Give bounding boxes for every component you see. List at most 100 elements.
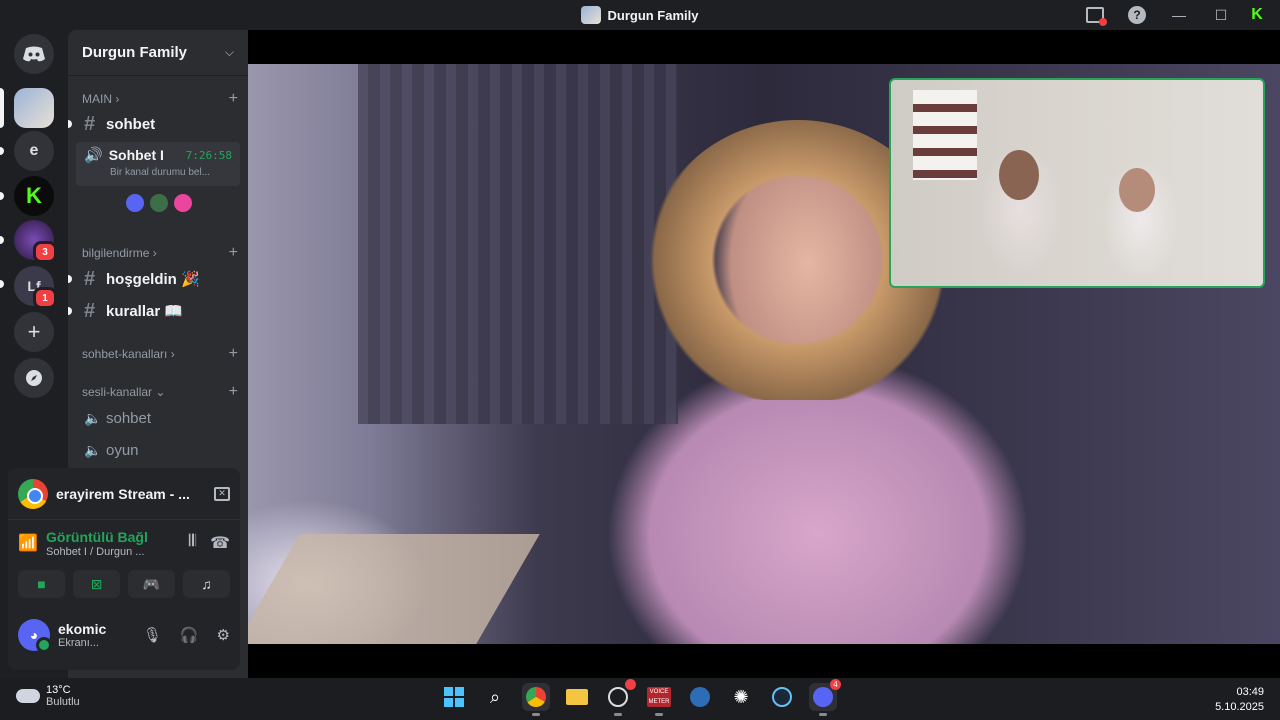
pip-subject (999, 150, 1039, 200)
voice-channel-status[interactable]: Bir kanal durumu bel... (110, 167, 232, 178)
voice-channel-sohbet-i[interactable]: 🔊 Sohbet I 7:26:58 Bir kanal durumu bel.… (76, 142, 240, 186)
soundboard-button[interactable]: ♫ (183, 570, 230, 598)
add-server-button[interactable]: + (14, 312, 54, 352)
pip-video[interactable] (889, 78, 1265, 288)
system-clock[interactable]: 03:49 5.10.2025 (1215, 685, 1264, 715)
minimize-button[interactable]: — (1158, 0, 1200, 30)
maximize-button[interactable]: ☐ (1200, 0, 1242, 30)
steam-button[interactable] (768, 683, 796, 711)
file-explorer-button[interactable] (563, 683, 591, 711)
unread-indicator (0, 236, 4, 244)
voice-timer: 7:26:58 (185, 148, 232, 162)
window-title: Durgun Family (581, 6, 699, 24)
avatar[interactable]: ◕ (18, 619, 52, 653)
weather-widget[interactable]: 13°C Bulutlu (16, 684, 80, 708)
running-indicator (614, 713, 622, 716)
search-button[interactable]: ⌕ (481, 683, 509, 711)
unread-indicator (0, 280, 4, 288)
inbox-button[interactable] (1074, 0, 1116, 30)
voice-channel-oyun[interactable]: 🔈 oyun (76, 436, 240, 464)
avatar[interactable] (124, 192, 146, 214)
headphones-icon[interactable]: 🎧 (180, 626, 199, 644)
add-channel-icon[interactable]: + (229, 90, 238, 108)
help-icon: ? (1128, 6, 1146, 24)
pip-subject (1119, 168, 1155, 212)
app-button[interactable] (686, 683, 714, 711)
speaker-icon: 🔈 (84, 441, 102, 458)
add-channel-icon[interactable]: + (229, 345, 238, 363)
add-channel-icon[interactable]: + (229, 383, 238, 401)
voice-connection: 📶 Görüntülü Bağl Sohbet I / Durgun ... 𝄃… (8, 520, 240, 566)
channel-label: sohbet (106, 115, 156, 133)
activity-button[interactable]: 🎮 (128, 570, 175, 598)
pip-background (913, 90, 977, 180)
stop-stream-icon[interactable]: ✕ (214, 486, 230, 501)
recording-dot (625, 679, 636, 690)
server-wizard[interactable]: 3 (14, 220, 57, 263)
discord-taskbar-button[interactable]: 4 (809, 679, 841, 716)
discover-button[interactable] (14, 358, 54, 398)
connection-channel[interactable]: Sohbet I / Durgun ... (46, 546, 148, 558)
voice-channel-label: Sohbet I (108, 147, 164, 163)
category-bilgilendirme[interactable]: bilgilendirme › + (68, 244, 248, 262)
channel-sohbet[interactable]: # sohbet (68, 110, 240, 138)
avatar[interactable] (148, 192, 170, 214)
stream-row[interactable]: erayirem Stream - ... ✕ (8, 468, 240, 520)
voicemeeter-button[interactable]: VOICE METER (645, 683, 673, 716)
home-button[interactable] (14, 34, 54, 74)
clock-date: 5.10.2025 (1215, 701, 1264, 713)
category-label: bilgilendirme (82, 246, 150, 260)
guild-header[interactable]: Durgun Family ⌵ (68, 30, 248, 76)
category-main[interactable]: MAIN › + (68, 90, 248, 108)
avatar[interactable] (172, 192, 194, 214)
clock-time: 03:49 (1236, 686, 1264, 698)
unread-indicator (68, 120, 72, 128)
gear-icon[interactable]: ⚙ (217, 626, 230, 644)
server-e[interactable]: e (14, 131, 54, 171)
category-sesli-kanallar[interactable]: sesli-kanallar ⌄ + (68, 383, 248, 401)
microphone-icon[interactable]: 🎙 (143, 626, 162, 644)
chrome-icon (526, 687, 546, 707)
chrome-taskbar-button[interactable] (522, 683, 550, 716)
signal-icon[interactable]: 📶 (18, 533, 38, 553)
discord-window: Durgun Family ? — ☐ K e K 3 Lf 1 + Durgu… (0, 0, 1280, 720)
help-button[interactable]: ? (1116, 0, 1158, 30)
noise-suppression-icon[interactable]: 𝄃𝄃 (189, 533, 196, 553)
video-stage[interactable] (248, 30, 1280, 678)
category-sohbet-kanallari[interactable]: sohbet-kanalları › + (68, 345, 248, 363)
app-icon (690, 687, 710, 707)
cloud-icon (16, 689, 40, 703)
notification-badge: 4 (830, 679, 841, 690)
server-kick[interactable]: K (14, 176, 54, 216)
search-icon: ⌕ (489, 686, 501, 707)
add-channel-icon[interactable]: + (229, 244, 238, 262)
channel-hosgeldin[interactable]: # hoşgeldin 🎉 (68, 265, 240, 293)
start-button[interactable] (440, 683, 468, 711)
channel-label: oyun (106, 441, 139, 459)
camera-button[interactable]: ■ (18, 570, 65, 598)
disconnect-icon[interactable]: ☎ (210, 533, 230, 553)
share-screen-button[interactable]: ⊠ (73, 570, 120, 598)
unread-indicator (0, 192, 4, 200)
discord-icon (813, 687, 833, 707)
selected-server-indicator (0, 88, 4, 128)
channel-kurallar[interactable]: # kurallar 📖 (68, 297, 240, 325)
folder-icon (566, 689, 588, 705)
connection-status: Görüntülü Bağl (46, 528, 148, 545)
category-label: sohbet-kanalları (82, 347, 168, 361)
voice-channel-sohbet[interactable]: 🔈 sohbet (76, 404, 240, 432)
video-background (248, 534, 540, 644)
chevron-down-icon: ⌵ (224, 45, 234, 59)
voice-participants (124, 192, 194, 214)
server-lf[interactable]: Lf 1 (14, 266, 57, 309)
chatgpt-button[interactable]: ✺ (727, 683, 755, 711)
username[interactable]: ekomic (58, 621, 106, 637)
running-indicator (819, 713, 827, 716)
category-label: sesli-kanallar (82, 385, 153, 399)
obs-button[interactable] (604, 679, 636, 716)
server-durgun-family[interactable] (14, 88, 54, 128)
channel-label: hoşgeldin 🎉 (106, 271, 200, 288)
screen-share-icon: ⊠ (90, 575, 103, 592)
hash-icon: # (84, 267, 96, 290)
kick-tray-icon[interactable]: K (1242, 0, 1272, 30)
